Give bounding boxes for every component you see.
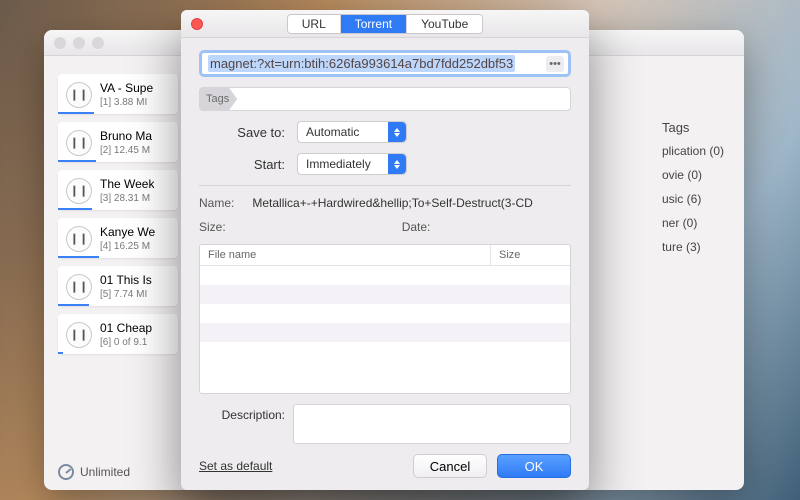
downloads-list: ❙❙ VA - Supe [1] 3.88 MI ❙❙ Bruno Ma [2] 12.4… — [44, 56, 184, 490]
tag-item[interactable]: plication (0) — [662, 139, 724, 163]
date-label: Date: — [402, 220, 431, 234]
start-value: Immediately — [306, 157, 371, 171]
download-title: 01 This Is — [100, 273, 152, 287]
start-select[interactable]: Immediately — [297, 153, 407, 175]
file-rows — [200, 266, 570, 393]
download-card[interactable]: ❙❙ 01 This Is [5] 7.74 MI — [58, 266, 178, 306]
progress-bar — [58, 256, 99, 258]
pause-icon[interactable]: ❙❙ — [66, 130, 92, 156]
pause-icon[interactable]: ❙❙ — [66, 322, 92, 348]
download-card[interactable]: ❙❙ The Week [3] 28.31 M — [58, 170, 178, 210]
name-label: Name: — [199, 196, 234, 210]
download-meta: [6] 0 of 9.1 — [100, 337, 152, 348]
traffic-light-zoom[interactable] — [92, 37, 104, 49]
ellipsis-icon[interactable]: ••• — [546, 56, 564, 72]
description-input[interactable] — [293, 404, 571, 444]
chevron-updown-icon — [388, 154, 406, 174]
file-list[interactable]: File name Size — [199, 244, 571, 394]
gauge-icon — [58, 464, 74, 480]
save-to-value: Automatic — [306, 125, 359, 139]
tag-item[interactable]: ovie (0) — [662, 163, 724, 187]
progress-bar — [58, 208, 92, 210]
tag-item[interactable]: ture (3) — [662, 235, 724, 259]
tags-panel: Tags plication (0)ovie (0)usic (6)ner (0… — [662, 100, 724, 259]
save-to-select[interactable]: Automatic — [297, 121, 407, 143]
description-label: Description: — [199, 404, 285, 422]
source-segmented-control[interactable]: URLTorrentYouTube — [287, 14, 484, 34]
progress-bar — [58, 352, 63, 354]
name-value: Metallica+-+Hardwired&hellip;To+Self-Des… — [252, 196, 532, 210]
download-title: VA - Supe — [100, 81, 153, 95]
file-column-name[interactable]: File name — [200, 245, 490, 265]
chevron-updown-icon — [388, 122, 406, 142]
tag-item[interactable]: ner (0) — [662, 211, 724, 235]
download-meta: [3] 28.31 M — [100, 193, 154, 204]
add-download-dialog: URLTorrentYouTube magnet:?xt=urn:btih:62… — [181, 10, 589, 490]
divider — [199, 185, 571, 186]
tab-url[interactable]: URL — [288, 15, 341, 33]
download-card[interactable]: ❙❙ Kanye We [4] 16.25 M — [58, 218, 178, 258]
download-title: The Week — [100, 177, 154, 191]
set-as-default-link[interactable]: Set as default — [199, 459, 272, 473]
footer-label: Unlimited — [80, 465, 130, 479]
download-card[interactable]: ❙❙ VA - Supe [1] 3.88 MI — [58, 74, 178, 114]
download-title: 01 Cheap — [100, 321, 152, 335]
pause-icon[interactable]: ❙❙ — [66, 178, 92, 204]
tab-torrent[interactable]: Torrent — [341, 15, 407, 33]
url-input[interactable]: magnet:?xt=urn:btih:626fa993614a7bd7fdd2… — [199, 50, 571, 77]
progress-bar — [58, 112, 94, 114]
cancel-button[interactable]: Cancel — [413, 454, 487, 478]
ok-button[interactable]: OK — [497, 454, 571, 478]
pause-icon[interactable]: ❙❙ — [66, 82, 92, 108]
download-meta: [2] 12.45 M — [100, 145, 152, 156]
download-meta: [1] 3.88 MI — [100, 97, 153, 108]
download-meta: [4] 16.25 M — [100, 241, 155, 252]
tag-item[interactable]: usic (6) — [662, 187, 724, 211]
download-card[interactable]: ❙❙ 01 Cheap [6] 0 of 9.1 — [58, 314, 178, 354]
url-input-value: magnet:?xt=urn:btih:626fa993614a7bd7fdd2… — [208, 55, 515, 72]
tags-heading: Tags — [662, 100, 724, 139]
tags-input[interactable]: Tags — [199, 87, 571, 111]
tags-input-placeholder: Tags — [200, 88, 237, 110]
footer-speed[interactable]: Unlimited — [58, 464, 130, 480]
dialog-titlebar: URLTorrentYouTube — [181, 10, 589, 38]
file-column-size[interactable]: Size — [490, 245, 570, 265]
pause-icon[interactable]: ❙❙ — [66, 226, 92, 252]
start-label: Start: — [199, 157, 285, 172]
download-meta: [5] 7.74 MI — [100, 289, 152, 300]
download-card[interactable]: ❙❙ Bruno Ma [2] 12.45 M — [58, 122, 178, 162]
progress-bar — [58, 160, 96, 162]
download-title: Bruno Ma — [100, 129, 152, 143]
download-title: Kanye We — [100, 225, 155, 239]
tab-youtube[interactable]: YouTube — [407, 15, 482, 33]
pause-icon[interactable]: ❙❙ — [66, 274, 92, 300]
traffic-light-close[interactable] — [54, 37, 66, 49]
close-icon[interactable] — [191, 18, 203, 30]
size-label: Size: — [199, 220, 226, 234]
progress-bar — [58, 304, 89, 306]
save-to-label: Save to: — [199, 125, 285, 140]
traffic-light-minimize[interactable] — [73, 37, 85, 49]
